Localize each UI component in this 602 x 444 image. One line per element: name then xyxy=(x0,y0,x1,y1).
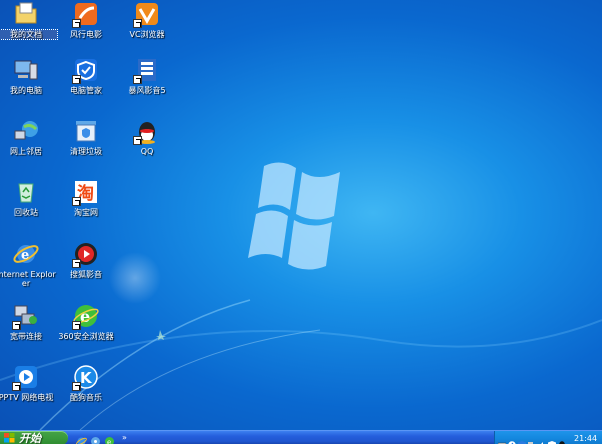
svg-text:K: K xyxy=(80,369,93,387)
shortcut-arrow-icon xyxy=(72,19,81,28)
icon-label: VC浏览器 xyxy=(129,30,165,39)
desktop-icon-my-computer[interactable]: 我的电脑 xyxy=(0,56,56,95)
baofeng-icon xyxy=(133,56,161,84)
desktop-icon-funshion[interactable]: 风行电影 xyxy=(56,0,116,39)
vc-browser-icon xyxy=(133,0,161,28)
start-label: 开始 xyxy=(19,432,41,444)
ie-quicklaunch-icon[interactable] xyxy=(76,432,87,444)
funshion-icon xyxy=(72,0,100,28)
360-quicklaunch-icon[interactable]: e xyxy=(104,432,115,444)
icon-label: 回收站 xyxy=(14,208,38,217)
desktop-icon-qq[interactable]: QQ xyxy=(117,117,177,156)
taskbar: 开始 e » 21:44 xyxy=(0,430,602,444)
pc-manager-tray-icon[interactable] xyxy=(548,434,556,444)
ie-icon: e xyxy=(12,240,40,268)
desktop-icon-broadband[interactable]: 宽带连接 xyxy=(0,302,56,341)
desktop-icon-vc-browser[interactable]: VC浏览器 xyxy=(117,0,177,39)
shortcut-arrow-icon xyxy=(133,75,142,84)
quick-launch: e » xyxy=(76,432,127,444)
svg-text:e: e xyxy=(21,248,29,263)
shortcut-arrow-icon xyxy=(72,75,81,84)
icon-label: 淘宝网 xyxy=(74,208,98,217)
icon-label: 电脑管家 xyxy=(70,86,102,95)
desktop-icon-baofeng[interactable]: 暴风影音5 xyxy=(117,56,177,95)
sohu-video-icon xyxy=(72,240,100,268)
icon-label: 清理垃圾 xyxy=(70,147,102,156)
qq-icon xyxy=(133,117,161,145)
icon-label: 酷狗音乐 xyxy=(70,393,102,402)
windows-flag-icon xyxy=(4,433,15,443)
desktop-icon-sohu-video[interactable]: 搜狐影音 xyxy=(56,240,116,279)
back-arrow-icon[interactable] xyxy=(508,434,516,444)
pc-manager-icon xyxy=(72,56,100,84)
icon-label: PPTV 网络电视 xyxy=(0,393,54,402)
shortcut-arrow-icon xyxy=(133,19,142,28)
system-tray: 21:44 xyxy=(494,431,602,444)
shortcut-arrow-icon xyxy=(72,197,81,206)
desktop-icon-kugou[interactable]: K 酷狗音乐 xyxy=(56,363,116,402)
icon-label: 360安全浏览器 xyxy=(58,332,114,341)
shortcut-arrow-icon xyxy=(72,321,81,330)
quick-launch-more-button[interactable]: » xyxy=(122,433,127,442)
icon-label: 我的文档 xyxy=(0,29,58,40)
icon-label: 网上邻居 xyxy=(10,147,42,156)
taobao-icon: 淘 xyxy=(72,178,100,206)
shortcut-arrow-icon xyxy=(72,259,81,268)
network-tray-icon[interactable] xyxy=(528,434,536,444)
desktop-icon-taobao[interactable]: 淘 淘宝网 xyxy=(56,178,116,217)
computer-icon xyxy=(12,56,40,84)
icon-label: QQ xyxy=(140,147,154,156)
recycle-bin-icon xyxy=(12,178,40,206)
desktop-icon-pptv[interactable]: PPTV 网络电视 xyxy=(0,363,56,402)
qq-tray-icon[interactable] xyxy=(558,434,566,444)
shortcut-arrow-icon xyxy=(12,321,21,330)
start-button[interactable]: 开始 xyxy=(0,431,68,444)
folder-documents-icon xyxy=(12,0,40,28)
clean-trash-icon xyxy=(72,117,100,145)
desktop: 我的文档 我的电脑 网上邻居 回收站 e Internet Explorer 宽… xyxy=(0,0,602,430)
icon-label: 宽带连接 xyxy=(10,332,42,341)
keyboard-icon[interactable] xyxy=(497,434,507,444)
desktop-icon-ie[interactable]: e Internet Explorer xyxy=(0,240,56,288)
shortcut-arrow-icon xyxy=(133,136,142,145)
shortcut-arrow-icon xyxy=(72,382,81,391)
svg-text:e: e xyxy=(107,439,111,444)
icon-label: Internet Explorer xyxy=(0,270,56,288)
media-quicklaunch-icon[interactable] xyxy=(90,432,101,444)
desktop-icon-clean-trash[interactable]: 清理垃圾 xyxy=(56,117,116,156)
volume-icon[interactable] xyxy=(538,434,546,444)
desktop-icon-pc-manager[interactable]: 电脑管家 xyxy=(56,56,116,95)
broadband-icon xyxy=(12,302,40,330)
kugou-icon: K xyxy=(72,363,100,391)
icon-label: 暴风影音5 xyxy=(128,86,166,95)
360-browser-icon: e xyxy=(72,302,100,330)
security-shield-icon[interactable] xyxy=(518,434,526,444)
pptv-icon xyxy=(12,363,40,391)
network-icon xyxy=(12,117,40,145)
shortcut-arrow-icon xyxy=(12,382,21,391)
desktop-icon-my-documents[interactable]: 我的文档 xyxy=(0,0,58,40)
icon-label: 风行电影 xyxy=(70,30,102,39)
icon-label: 我的电脑 xyxy=(10,86,42,95)
desktop-icon-network[interactable]: 网上邻居 xyxy=(0,117,56,156)
desktop-icon-recycle-bin[interactable]: 回收站 xyxy=(0,178,56,217)
icon-label: 搜狐影音 xyxy=(70,270,102,279)
desktop-icon-360-browser[interactable]: e 360安全浏览器 xyxy=(56,302,116,341)
taskbar-clock[interactable]: 21:44 xyxy=(574,434,597,443)
